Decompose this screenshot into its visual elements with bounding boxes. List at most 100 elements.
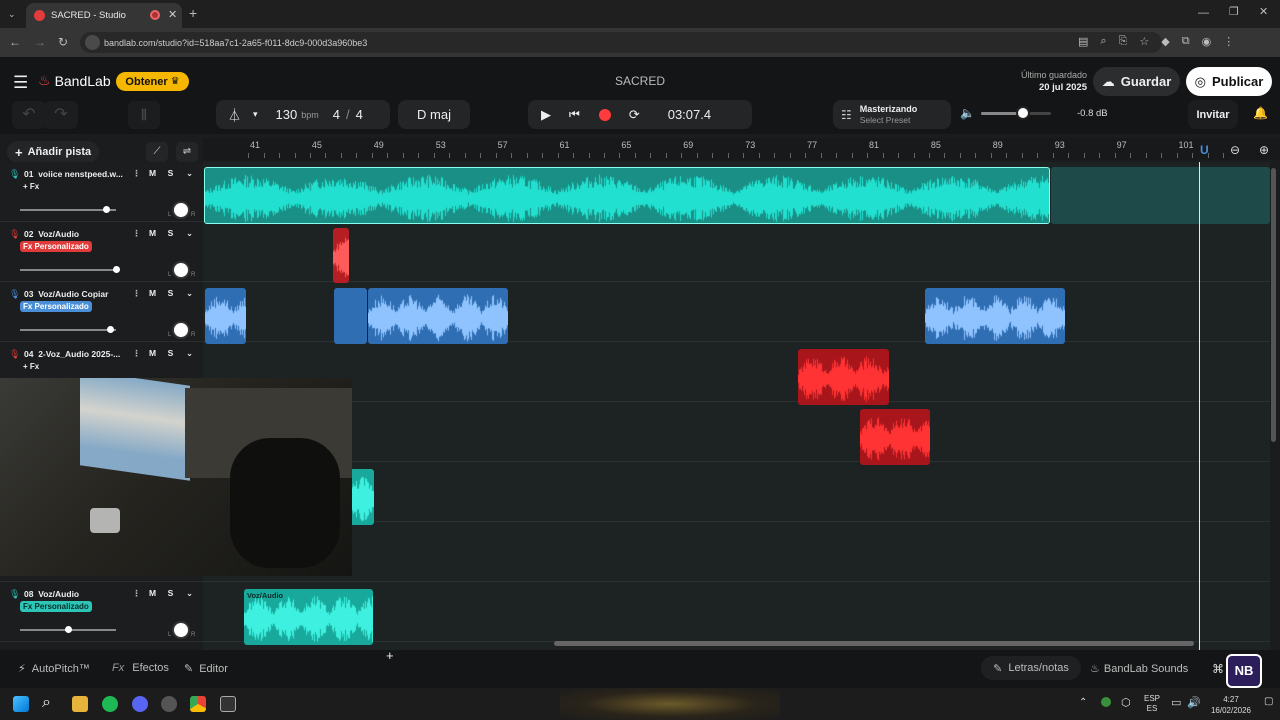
tab-list-icon[interactable]: ⌄ <box>8 8 16 20</box>
publish-button[interactable]: ◎ Publicar <box>1186 67 1272 96</box>
metronome-icon[interactable]: ⏃ <box>228 105 241 124</box>
undo-icon[interactable]: ↶ <box>12 101 46 129</box>
chrome-icon[interactable] <box>190 696 206 712</box>
bandlab-logo[interactable]: ♨ BandLab <box>38 72 111 89</box>
track-menu-icon[interactable]: ⋮ <box>130 348 143 359</box>
master-volume-slider[interactable] <box>981 106 1051 120</box>
time-signature-denominator[interactable]: 4 <box>356 107 363 122</box>
track-menu-icon[interactable]: ⋮ <box>130 168 143 179</box>
profile-icon[interactable]: ◉ <box>1202 35 1212 51</box>
fx-badge[interactable]: + Fx <box>20 181 42 192</box>
microphone-icon[interactable]: 🎙 <box>9 169 20 180</box>
hamburger-menu-icon[interactable]: ☰ <box>13 73 28 93</box>
address-bar[interactable]: bandlab.com/studio?id=518aa7c1-2a65-f011… <box>80 32 1162 53</box>
pan-knob[interactable] <box>172 621 190 639</box>
horizontal-scrollbar[interactable] <box>554 641 1194 646</box>
zoom-icon[interactable]: ⌕ <box>1100 35 1106 51</box>
invite-button[interactable]: Invitar <box>1188 100 1238 129</box>
track-settings-icon[interactable]: ⇌ <box>176 142 198 162</box>
notifications-icon[interactable]: ▢ <box>1264 696 1273 707</box>
track-header[interactable]: 🎙 03 Voz/Audio Copiar ⋮ M S ⌄ Fx Personalizado… <box>0 282 203 342</box>
steam-icon[interactable] <box>161 696 177 712</box>
fx-badge[interactable]: Fx Personalizado <box>20 241 92 252</box>
audio-clip[interactable] <box>368 288 508 344</box>
autopitch-button[interactable]: ⚡ AutoPitch™ <box>18 662 90 676</box>
chevron-down-icon[interactable]: ⌄ <box>183 588 196 599</box>
mute-button[interactable]: M <box>146 228 159 238</box>
clock[interactable]: 4:27 16/02/2026 <box>1205 694 1257 716</box>
playhead[interactable] <box>1199 162 1200 650</box>
language-indicator[interactable]: ESP ES <box>1140 694 1164 714</box>
volume-slider-knob[interactable] <box>103 206 111 213</box>
play-icon[interactable]: ▶ <box>541 107 551 123</box>
audio-clip[interactable] <box>925 288 1065 344</box>
microphone-icon[interactable]: 🎙 <box>9 229 20 240</box>
zoom-in-icon[interactable]: ⊕ <box>1259 143 1269 157</box>
forward-icon[interactable]: → <box>34 36 46 48</box>
effects-button[interactable]: Fx Efectos <box>112 662 169 674</box>
terminal-icon[interactable] <box>220 696 236 712</box>
volume-slider-knob[interactable] <box>113 266 120 273</box>
spotify-icon[interactable] <box>102 696 118 712</box>
redo-icon[interactable]: ↷ <box>44 101 78 129</box>
volume-icon[interactable]: 🔈 <box>960 106 975 120</box>
back-icon[interactable]: ← <box>9 36 21 48</box>
tempo-value[interactable]: 130 <box>276 107 298 122</box>
track-menu-icon[interactable]: ⋮ <box>130 228 143 239</box>
track-name[interactable]: 02 Voz/Audio <box>24 229 132 239</box>
track-volume-slider[interactable] <box>20 329 116 331</box>
audio-clip[interactable] <box>333 228 349 283</box>
chevron-down-icon[interactable]: ⌄ <box>183 228 196 239</box>
microphone-icon[interactable]: 🎙 <box>9 589 20 600</box>
mute-button[interactable]: M <box>146 168 159 178</box>
shortcuts-icon[interactable]: ⌘ <box>1212 662 1224 676</box>
track-volume-slider[interactable] <box>20 269 116 271</box>
save-button[interactable]: ☁ Guardar <box>1093 67 1180 96</box>
restore-icon[interactable]: ❐ <box>1229 6 1239 18</box>
record-icon[interactable] <box>598 108 611 121</box>
track-name[interactable]: 08 Voz/Audio <box>24 589 132 599</box>
automation-icon[interactable]: ⟋ <box>146 142 168 162</box>
obtener-button[interactable]: Obtener ♛ <box>116 72 189 91</box>
extensions-icon[interactable]: ⧉ <box>1182 35 1190 51</box>
audio-clip[interactable] <box>860 409 930 465</box>
file-explorer-icon[interactable] <box>72 696 88 712</box>
track-menu-icon[interactable]: ⋮ <box>130 588 143 599</box>
snap-magnet-icon[interactable]: U <box>1200 143 1209 157</box>
solo-button[interactable]: S <box>164 168 177 178</box>
bandlab-sounds-button[interactable]: ♨ BandLab Sounds <box>1090 662 1188 676</box>
solo-button[interactable]: S <box>164 588 177 598</box>
extension-icon[interactable]: ◆ <box>1161 35 1169 51</box>
reload-icon[interactable]: ↻ <box>58 36 68 48</box>
mute-button[interactable]: M <box>146 348 159 358</box>
solo-button[interactable]: S <box>164 348 177 358</box>
close-tab-icon[interactable]: ✕ <box>168 8 177 21</box>
minimize-icon[interactable]: — <box>1198 7 1209 19</box>
site-info-icon[interactable] <box>85 35 100 50</box>
track-header[interactable]: 🎙 08 Voz/Audio ⋮ M S ⌄ Fx Personalizado L R <box>0 582 203 642</box>
editor-button[interactable]: ✎ Editor <box>184 662 228 676</box>
arrangement-area[interactable]: Voz/Audio <box>203 162 1270 650</box>
microphone-icon[interactable]: 🎙 <box>9 289 20 300</box>
lane-7[interactable] <box>203 522 1270 582</box>
mixer-icon[interactable]: ⫼ <box>128 101 160 129</box>
audio-clip[interactable] <box>798 349 889 405</box>
mute-button[interactable]: M <box>146 288 159 298</box>
track-name[interactable]: 04 2-Voz_Audio 2025-... <box>24 349 132 359</box>
lane-4[interactable] <box>203 342 1270 402</box>
fx-badge[interactable]: Fx Personalizado <box>20 601 92 612</box>
zoom-out-icon[interactable]: ⊖ <box>1230 143 1240 157</box>
audio-clip[interactable] <box>205 288 246 344</box>
bookmark-icon[interactable]: ☆ <box>1139 35 1149 51</box>
track-header[interactable]: 🎙 02 Voz/Audio ⋮ M S ⌄ Fx Personalizado L R <box>0 222 203 282</box>
volume-slider-knob[interactable] <box>107 326 115 333</box>
audio-clip[interactable] <box>334 288 367 344</box>
time-signature-numerator[interactable]: 4 <box>333 107 340 122</box>
audio-clip[interactable]: Voz/Audio <box>244 589 373 645</box>
browser-tab[interactable]: SACRED - Studio ✕ <box>26 3 182 28</box>
bell-icon[interactable]: 🔔 <box>1253 106 1268 120</box>
add-track-button[interactable]: + Añadir pista <box>7 141 99 163</box>
lane-2[interactable] <box>203 222 1270 282</box>
key-selector[interactable]: D maj <box>398 100 470 129</box>
vertical-scrollbar[interactable] <box>1271 168 1276 442</box>
